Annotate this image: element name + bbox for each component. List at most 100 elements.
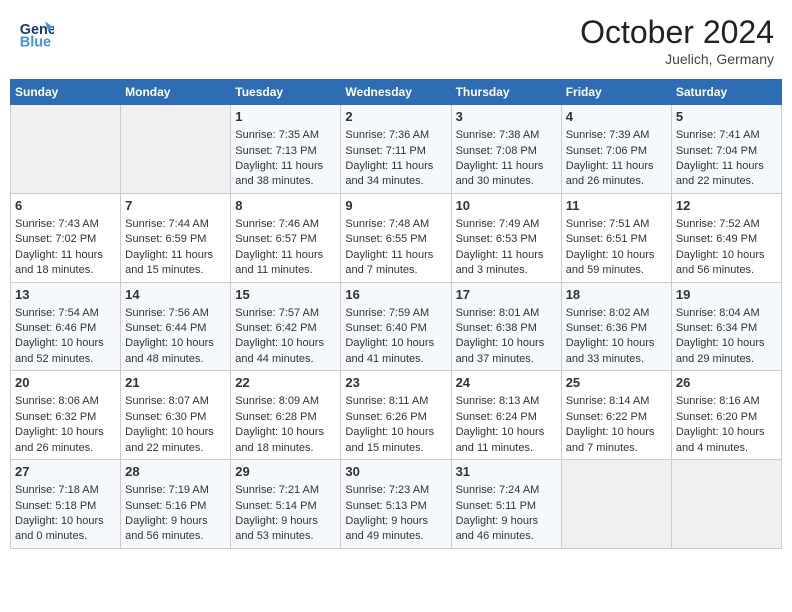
day-info: Daylight: 10 hours and 26 minutes.: [15, 425, 116, 456]
day-info: Sunrise: 7:19 AM: [125, 483, 226, 498]
day-info: Sunrise: 7:35 AM: [235, 128, 336, 143]
header-day-saturday: Saturday: [671, 80, 781, 105]
location-subtitle: Juelich, Germany: [580, 51, 774, 67]
day-info: Daylight: 11 hours and 30 minutes.: [456, 159, 557, 190]
day-info: Daylight: 10 hours and 56 minutes.: [676, 248, 777, 279]
day-info: Sunrise: 7:57 AM: [235, 306, 336, 321]
day-info: Sunset: 6:53 PM: [456, 232, 557, 247]
day-info: Sunset: 6:24 PM: [456, 410, 557, 425]
day-info: Daylight: 9 hours and 56 minutes.: [125, 514, 226, 545]
day-info: Sunset: 6:38 PM: [456, 321, 557, 336]
page-header: General Blue October 2024 Juelich, Germa…: [10, 10, 782, 71]
day-info: Sunrise: 7:49 AM: [456, 217, 557, 232]
day-number: 20: [15, 374, 116, 392]
day-info: Sunrise: 8:14 AM: [566, 394, 667, 409]
calendar-cell: 14Sunrise: 7:56 AMSunset: 6:44 PMDayligh…: [121, 282, 231, 371]
day-info: Sunset: 7:08 PM: [456, 144, 557, 159]
calendar-cell: 23Sunrise: 8:11 AMSunset: 6:26 PMDayligh…: [341, 371, 451, 460]
title-block: October 2024 Juelich, Germany: [580, 14, 774, 67]
day-info: Sunset: 5:11 PM: [456, 499, 557, 514]
day-number: 17: [456, 286, 557, 304]
logo-icon: General Blue: [18, 14, 54, 50]
day-info: Sunrise: 7:59 AM: [345, 306, 446, 321]
calendar-cell: 4Sunrise: 7:39 AMSunset: 7:06 PMDaylight…: [561, 105, 671, 194]
calendar-cell: 12Sunrise: 7:52 AMSunset: 6:49 PMDayligh…: [671, 193, 781, 282]
day-info: Sunset: 6:22 PM: [566, 410, 667, 425]
day-info: Sunset: 6:49 PM: [676, 232, 777, 247]
calendar-cell: 19Sunrise: 8:04 AMSunset: 6:34 PMDayligh…: [671, 282, 781, 371]
calendar-cell: 6Sunrise: 7:43 AMSunset: 7:02 PMDaylight…: [11, 193, 121, 282]
day-info: Sunset: 7:04 PM: [676, 144, 777, 159]
calendar-cell: 26Sunrise: 8:16 AMSunset: 6:20 PMDayligh…: [671, 371, 781, 460]
day-number: 24: [456, 374, 557, 392]
day-info: Daylight: 11 hours and 3 minutes.: [456, 248, 557, 279]
calendar-cell: 30Sunrise: 7:23 AMSunset: 5:13 PMDayligh…: [341, 460, 451, 549]
day-info: Sunrise: 7:56 AM: [125, 306, 226, 321]
day-info: Daylight: 11 hours and 22 minutes.: [676, 159, 777, 190]
calendar-cell: [121, 105, 231, 194]
day-info: Sunrise: 8:04 AM: [676, 306, 777, 321]
day-info: Sunset: 7:02 PM: [15, 232, 116, 247]
day-info: Daylight: 9 hours and 49 minutes.: [345, 514, 446, 545]
calendar-cell: 8Sunrise: 7:46 AMSunset: 6:57 PMDaylight…: [231, 193, 341, 282]
day-info: Sunset: 6:20 PM: [676, 410, 777, 425]
day-info: Daylight: 10 hours and 59 minutes.: [566, 248, 667, 279]
day-info: Sunrise: 8:06 AM: [15, 394, 116, 409]
calendar-cell: 2Sunrise: 7:36 AMSunset: 7:11 PMDaylight…: [341, 105, 451, 194]
day-info: Sunset: 6:34 PM: [676, 321, 777, 336]
day-info: Daylight: 11 hours and 7 minutes.: [345, 248, 446, 279]
day-info: Daylight: 10 hours and 29 minutes.: [676, 336, 777, 367]
day-number: 12: [676, 197, 777, 215]
day-info: Daylight: 11 hours and 26 minutes.: [566, 159, 667, 190]
day-info: Sunrise: 8:07 AM: [125, 394, 226, 409]
calendar-cell: 13Sunrise: 7:54 AMSunset: 6:46 PMDayligh…: [11, 282, 121, 371]
day-info: Sunset: 6:40 PM: [345, 321, 446, 336]
day-info: Sunrise: 7:48 AM: [345, 217, 446, 232]
calendar-cell: 27Sunrise: 7:18 AMSunset: 5:18 PMDayligh…: [11, 460, 121, 549]
day-number: 27: [15, 463, 116, 481]
calendar-cell: 15Sunrise: 7:57 AMSunset: 6:42 PMDayligh…: [231, 282, 341, 371]
day-number: 8: [235, 197, 336, 215]
day-info: Sunset: 5:16 PM: [125, 499, 226, 514]
day-info: Sunrise: 7:18 AM: [15, 483, 116, 498]
month-title: October 2024: [580, 14, 774, 51]
day-info: Sunrise: 7:23 AM: [345, 483, 446, 498]
day-number: 28: [125, 463, 226, 481]
day-info: Sunrise: 8:02 AM: [566, 306, 667, 321]
day-number: 6: [15, 197, 116, 215]
calendar-cell: 24Sunrise: 8:13 AMSunset: 6:24 PMDayligh…: [451, 371, 561, 460]
header-day-friday: Friday: [561, 80, 671, 105]
day-info: Sunset: 7:06 PM: [566, 144, 667, 159]
day-info: Sunrise: 7:24 AM: [456, 483, 557, 498]
day-info: Daylight: 11 hours and 38 minutes.: [235, 159, 336, 190]
week-row-3: 20Sunrise: 8:06 AMSunset: 6:32 PMDayligh…: [11, 371, 782, 460]
day-info: Sunrise: 8:11 AM: [345, 394, 446, 409]
header-day-monday: Monday: [121, 80, 231, 105]
day-number: 10: [456, 197, 557, 215]
day-number: 3: [456, 108, 557, 126]
week-row-0: 1Sunrise: 7:35 AMSunset: 7:13 PMDaylight…: [11, 105, 782, 194]
day-info: Sunset: 5:18 PM: [15, 499, 116, 514]
day-number: 21: [125, 374, 226, 392]
day-number: 23: [345, 374, 446, 392]
day-info: Daylight: 9 hours and 53 minutes.: [235, 514, 336, 545]
day-number: 14: [125, 286, 226, 304]
week-row-2: 13Sunrise: 7:54 AMSunset: 6:46 PMDayligh…: [11, 282, 782, 371]
calendar-cell: [561, 460, 671, 549]
day-info: Sunset: 6:44 PM: [125, 321, 226, 336]
day-number: 25: [566, 374, 667, 392]
calendar-cell: 21Sunrise: 8:07 AMSunset: 6:30 PMDayligh…: [121, 371, 231, 460]
header-day-tuesday: Tuesday: [231, 80, 341, 105]
day-info: Sunset: 6:51 PM: [566, 232, 667, 247]
calendar-cell: 18Sunrise: 8:02 AMSunset: 6:36 PMDayligh…: [561, 282, 671, 371]
day-number: 13: [15, 286, 116, 304]
day-info: Sunrise: 7:38 AM: [456, 128, 557, 143]
day-info: Sunset: 6:42 PM: [235, 321, 336, 336]
day-info: Daylight: 10 hours and 18 minutes.: [235, 425, 336, 456]
day-number: 30: [345, 463, 446, 481]
day-number: 16: [345, 286, 446, 304]
calendar-cell: 1Sunrise: 7:35 AMSunset: 7:13 PMDaylight…: [231, 105, 341, 194]
day-info: Sunrise: 7:41 AM: [676, 128, 777, 143]
day-info: Daylight: 10 hours and 11 minutes.: [456, 425, 557, 456]
calendar-cell: 20Sunrise: 8:06 AMSunset: 6:32 PMDayligh…: [11, 371, 121, 460]
